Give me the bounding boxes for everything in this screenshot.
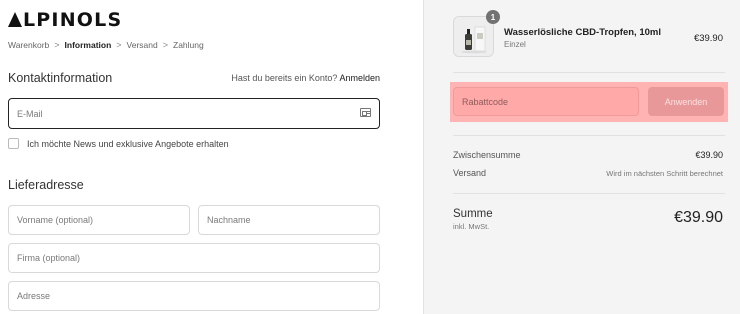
login-link[interactable]: Anmelden [339,73,380,83]
product-variant: Einzel [504,40,526,49]
product-image [454,17,493,56]
company-field[interactable] [8,243,380,273]
login-prompt: Hast du bereits ein Konto? Anmelden [231,73,380,83]
email-input[interactable] [17,108,379,119]
discount-code-field[interactable] [453,87,639,116]
breadcrumb-cart[interactable]: Warenkorb [8,40,49,50]
divider [453,135,725,136]
total-value: €39.90 [674,209,723,226]
last-name-field[interactable] [198,205,380,235]
chevron-right-icon: > [116,40,122,50]
contact-section-title: Kontaktinformation [8,71,113,85]
quantity-badge: 1 [486,10,500,24]
newsletter-option[interactable]: Ich möchte News und exklusive Angebote e… [8,138,229,149]
company-input[interactable] [17,253,379,263]
breadcrumb-information: Information [64,40,112,50]
apply-discount-button[interactable]: Anwenden [648,87,724,116]
breadcrumb-payment: Zahlung [173,40,204,50]
newsletter-checkbox[interactable] [8,138,19,149]
first-name-field[interactable] [8,205,190,235]
address-field[interactable] [8,281,380,311]
order-summary: 1 Wasserlösliche CBD-Tropfen, 10ml Einze… [423,0,740,314]
shipping-value: Wird im nächsten Schritt berechnet [606,169,723,178]
divider [453,72,725,73]
total-label: Summe [453,208,493,220]
discount-code-input[interactable] [462,96,638,107]
first-name-input[interactable] [17,215,189,225]
total-tax-note: inkl. MwSt. [453,222,490,231]
chevron-right-icon: > [54,40,60,50]
chevron-right-icon: > [162,40,169,50]
subtotal-value: €39.90 [695,150,723,160]
divider [453,193,725,194]
logo-text: LPINOLS [23,9,123,31]
shipping-section-title: Lieferadresse [8,178,84,192]
logo-a-triangle-icon [8,12,22,27]
contact-card-icon [360,108,371,117]
newsletter-label: Ich möchte News und exklusive Angebote e… [27,138,229,149]
login-prompt-text: Hast du bereits ein Konto? [231,73,338,83]
email-field[interactable] [8,98,380,129]
breadcrumb-shipping: Versand [126,40,158,50]
address-input[interactable] [17,291,379,301]
subtotal-label: Zwischensumme [453,150,521,160]
product-price: €39.90 [693,33,723,44]
breadcrumb: Warenkorb > Information > Versand > Zahl… [8,40,204,50]
product-name: Wasserlösliche CBD-Tropfen, 10ml [504,27,661,38]
checkout-main: LPINOLS Warenkorb > Information > Versan… [0,0,423,314]
shipping-label: Versand [453,168,487,178]
brand-logo[interactable]: LPINOLS [8,9,122,31]
last-name-input[interactable] [207,215,379,225]
